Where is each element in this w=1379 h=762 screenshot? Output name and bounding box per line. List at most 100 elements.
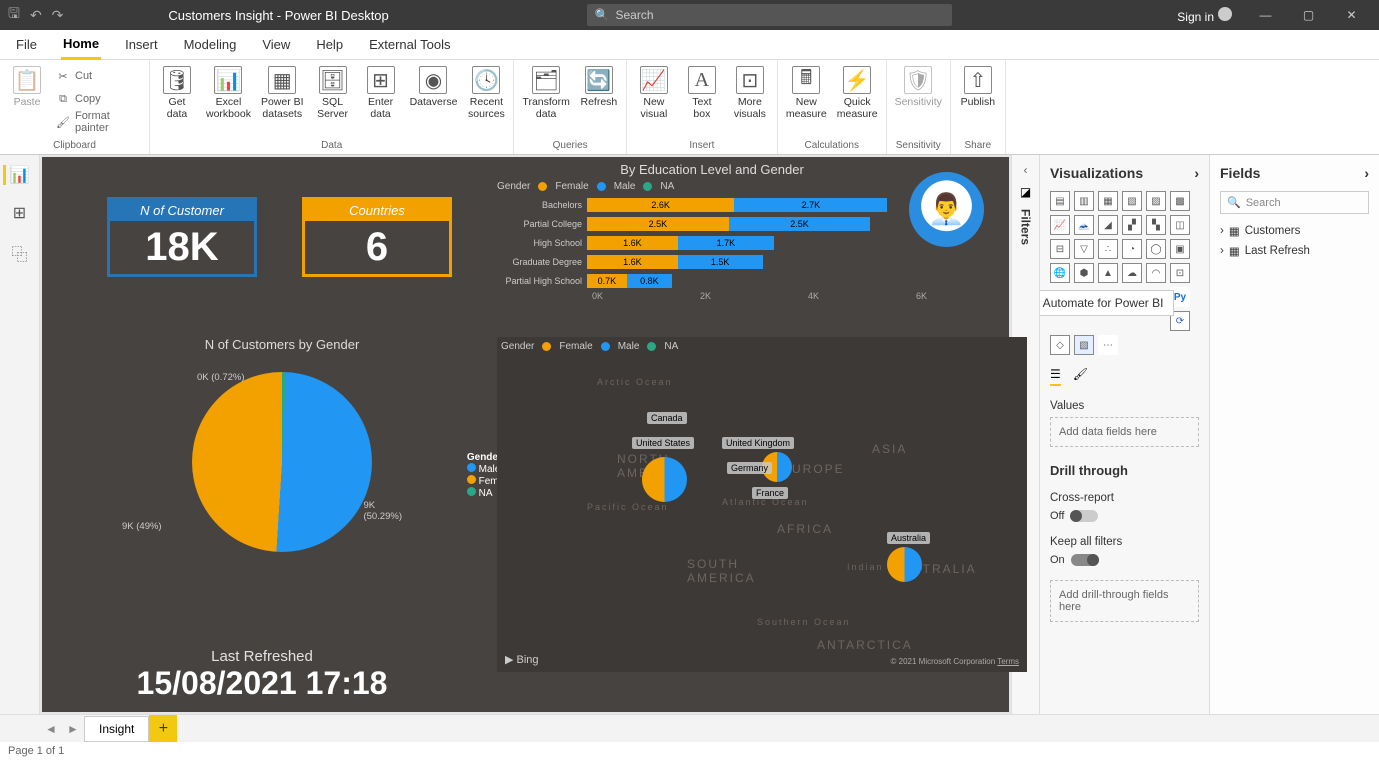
viz-area[interactable]: 🗻 (1074, 215, 1094, 235)
viz-ribbon[interactable]: ◫ (1170, 215, 1190, 235)
group-label-insert: Insert (627, 140, 777, 154)
viz-clustered-bar[interactable]: ▦ (1098, 191, 1118, 211)
table-last-refresh[interactable]: ›▦Last Refresh (1220, 244, 1369, 258)
prev-page-button[interactable]: ◄ (40, 722, 62, 736)
redo-icon[interactable]: ↷ (52, 7, 64, 24)
save-icon[interactable]: 🖫 (8, 3, 20, 27)
viz-card[interactable]: ⊡ (1170, 263, 1190, 283)
viz-power-apps[interactable]: ▧ (1074, 335, 1094, 355)
viz-clustered-col[interactable]: ▧ (1122, 191, 1142, 211)
menu-home[interactable]: Home (61, 30, 101, 60)
new-measure-button[interactable]: 🖩New measure (786, 66, 827, 120)
close-icon[interactable]: ✕ (1334, 0, 1369, 30)
table-customers[interactable]: ›▦Customers (1220, 224, 1369, 238)
transform-button[interactable]: 🗂Transform data (522, 66, 569, 120)
viz-filled-map[interactable]: ⬢ (1074, 263, 1094, 283)
report-view-icon[interactable]: 📊 (3, 165, 30, 185)
sql-button[interactable]: 🗄SQL Server (314, 66, 352, 120)
keep-filters-toggle[interactable]: On (1050, 554, 1199, 566)
next-page-button[interactable]: ► (62, 722, 84, 736)
viz-more[interactable]: ⋯ (1098, 335, 1118, 355)
copy-button[interactable]: ⧉Copy (56, 89, 141, 109)
viz-treemap[interactable]: ▣ (1170, 239, 1190, 259)
sensitivity-button[interactable]: 🛡Sensitivity (895, 66, 942, 108)
tab-insight[interactable]: Insight (84, 716, 149, 742)
excel-button[interactable]: 📊Excel workbook (206, 66, 251, 120)
countries-card[interactable]: Countries 6 (302, 197, 452, 277)
chevron-right-icon[interactable]: › (1364, 165, 1369, 181)
menu-modeling[interactable]: Modeling (182, 31, 239, 58)
textbox-button[interactable]: AText box (683, 66, 721, 120)
viz-100-col[interactable]: ▩ (1170, 191, 1190, 211)
viz-gauge[interactable]: ◠ (1146, 263, 1166, 283)
cut-button[interactable]: ✂Cut (56, 66, 141, 86)
viz-stacked-col[interactable]: ▥ (1074, 191, 1094, 211)
dataverse-button[interactable]: ◉Dataverse (410, 66, 458, 108)
add-page-button[interactable]: + (149, 715, 177, 742)
viz-stacked-bar[interactable]: ▤ (1050, 191, 1070, 211)
viz-pie[interactable]: ◔ (1122, 239, 1142, 259)
viz-scatter[interactable]: ∴ (1098, 239, 1118, 259)
sign-in-button[interactable]: Sign in (1169, 7, 1240, 24)
viz-100-bar[interactable]: ▨ (1146, 191, 1166, 211)
model-view-icon[interactable]: ⿻ (11, 241, 27, 265)
get-data-button[interactable]: 🛢Get data (158, 66, 196, 120)
menu-external[interactable]: External Tools (367, 31, 452, 58)
format-tab-icon[interactable]: 🖌 (1073, 367, 1088, 386)
more-visuals-button[interactable]: ⊡More visuals (731, 66, 769, 120)
viz-line[interactable]: 📈 (1050, 215, 1070, 235)
paste-button[interactable]: 📋Paste (8, 66, 46, 108)
drill-dropzone[interactable]: Add drill-through fields here (1050, 580, 1199, 622)
menu-file[interactable]: File (14, 31, 39, 58)
menu-view[interactable]: View (260, 31, 292, 58)
group-label-clipboard: Clipboard (0, 140, 149, 154)
viz-map[interactable]: 🌐 (1050, 263, 1070, 283)
group-label-sens: Sensitivity (887, 140, 950, 154)
bars-container: Bachelors 2.6K 2.7KPartial College 2.5K … (497, 196, 927, 289)
publish-button[interactable]: ⇧Publish (959, 66, 997, 108)
minimize-icon[interactable]: — (1248, 0, 1283, 30)
viz-donut[interactable]: ◯ (1146, 239, 1166, 259)
visualizations-pane: Visualizations› ▤ ▥ ▦ ▧ ▨ ▩ 📈 🗻 ◢ ▞ ▚ ◫ … (1039, 155, 1209, 714)
refresh-button[interactable]: 🔄Refresh (580, 66, 618, 108)
viz-funnel[interactable]: ▽ (1074, 239, 1094, 259)
quick-measure-button[interactable]: ⚡Quick measure (837, 66, 878, 120)
viz-line-col2[interactable]: ▚ (1146, 215, 1166, 235)
pie-chart[interactable]: N of Customers by Gender 0K (0.72%) 9K (… (92, 337, 472, 572)
viz-paginated[interactable]: ◇ (1050, 335, 1070, 355)
brush-icon: 🖌 (56, 115, 70, 129)
viz-line-col[interactable]: ▞ (1122, 215, 1142, 235)
pie-label-male: 9K(50.29%) (363, 500, 402, 522)
viz-stacked-area[interactable]: ◢ (1098, 215, 1118, 235)
report-canvas[interactable]: N of Customer 18K Countries 6 By Educati… (42, 157, 1009, 712)
data-view-icon[interactable]: ⊞ (13, 203, 26, 223)
search-bar[interactable]: 🔍 Search (587, 4, 952, 26)
viz-arcgis[interactable]: ▲ (1098, 263, 1118, 283)
viz-waterfall[interactable]: ⊟ (1050, 239, 1070, 259)
bar-row: Partial High School 0.7K 0.8K (497, 272, 927, 289)
label-arctic: Arctic Ocean (597, 377, 673, 387)
viz-azure-map[interactable]: ☁ (1122, 263, 1142, 283)
cross-report-toggle[interactable]: Off (1050, 510, 1199, 522)
customers-card[interactable]: N of Customer 18K (107, 197, 257, 277)
undo-icon[interactable]: ↶ (30, 7, 42, 24)
chevron-right-icon[interactable]: › (1194, 165, 1199, 181)
maximize-icon[interactable]: ▢ (1291, 0, 1326, 30)
fields-search[interactable]: 🔍Search (1220, 191, 1369, 214)
menu-help[interactable]: Help (314, 31, 345, 58)
chevron-left-icon[interactable]: ‹ (1024, 163, 1028, 177)
fields-tab-icon[interactable]: ☰ (1050, 367, 1061, 386)
recent-button[interactable]: 🕓Recent sources (467, 66, 505, 120)
map-visual[interactable]: Gender Female Male NA Arctic Ocean NORTH… (497, 337, 1027, 672)
menu-insert[interactable]: Insert (123, 31, 160, 58)
pbi-datasets-button[interactable]: ▦Power BI datasets (261, 66, 304, 120)
enter-data-button[interactable]: ⊞Enter data (362, 66, 400, 120)
page-indicator: Page 1 of 1 (8, 745, 64, 757)
map-pie-aus (887, 547, 922, 582)
values-dropzone[interactable]: Add data fields here (1050, 417, 1199, 447)
viz-pane-title: Visualizations› (1050, 165, 1199, 181)
left-rail: 📊 ⊞ ⿻ (0, 155, 40, 714)
format-painter-button[interactable]: 🖌Format painter (56, 112, 141, 132)
new-visual-button[interactable]: 📈New visual (635, 66, 673, 120)
bar-chart[interactable]: By Education Level and Gender Gender Fem… (497, 162, 927, 322)
